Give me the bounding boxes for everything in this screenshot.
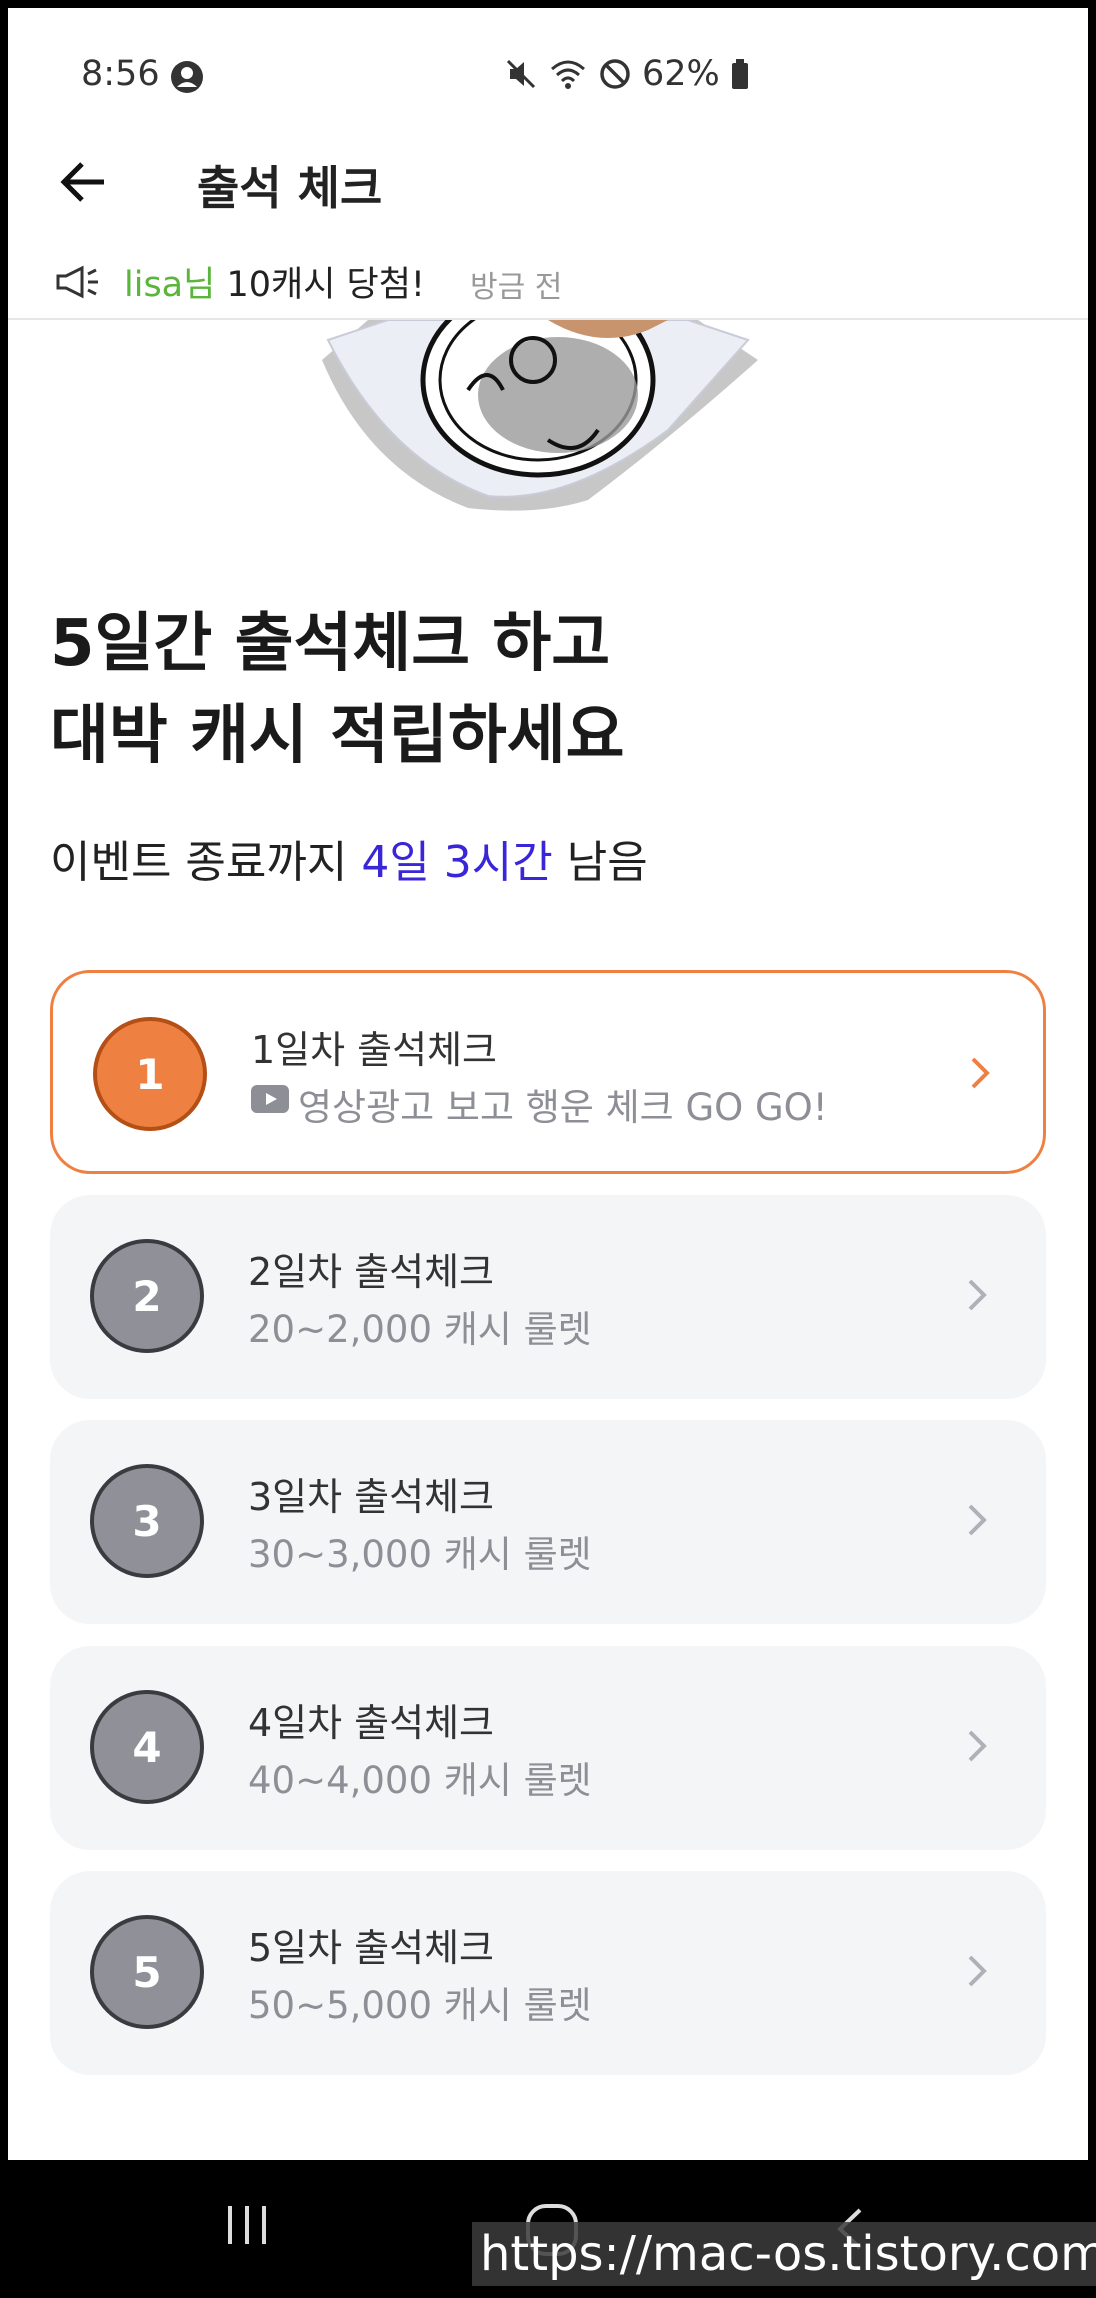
chevron-right-icon: [968, 1504, 987, 1536]
ticker-user: lisa님: [124, 265, 216, 305]
day-title: 5일차 출석체크: [248, 1926, 495, 1970]
wifi-icon: [551, 60, 585, 89]
headline-line-1: 5일간 출석체크 하고: [50, 607, 611, 681]
day-number-badge: 2: [90, 1239, 204, 1353]
day-4-card[interactable]: 4 4일차 출석체크 40~4,000 캐시 룰렛: [50, 1646, 1046, 1850]
day-3-card[interactable]: 3 3일차 출석체크 30~3,000 캐시 룰렛: [50, 1420, 1046, 1624]
day-subtitle: 20~2,000 캐시 룰렛: [248, 1308, 592, 1351]
chevron-right-icon: [968, 1730, 987, 1762]
day-1-card[interactable]: 1 1일차 출석체크 영상광고 보고 행운 체크 GO GO!: [50, 970, 1046, 1174]
stamp-illustration: [322, 320, 758, 511]
day-number-badge: 5: [90, 1915, 204, 2029]
day-number-badge: 4: [90, 1690, 204, 1804]
mute-icon: [506, 59, 536, 89]
app-header: 출석 체크: [8, 132, 1088, 232]
day-subtitle: 40~4,000 캐시 룰렛: [248, 1759, 592, 1802]
day-number-badge: 1: [93, 1017, 207, 1131]
headline-line-2: 대박 캐시 적립하세요: [50, 699, 625, 773]
ticker-prize: 10캐시 당첨!: [215, 265, 425, 305]
day-2-card[interactable]: 2 2일차 출석체크 20~2,000 캐시 룰렛: [50, 1195, 1046, 1399]
day-title: 3일차 출석체크: [248, 1475, 495, 1519]
app-screen: 8:56 62% 출석 체크 lisa님 10캐시 당첨! 방금 전 5일간 출…: [8, 8, 1088, 2160]
status-bar: 8:56 62%: [8, 8, 1088, 132]
day-title: 2일차 출석체크: [248, 1250, 495, 1294]
page-title: 출석 체크: [197, 161, 383, 215]
winner-ticker: lisa님 10캐시 당첨! 방금 전: [8, 244, 1088, 320]
chevron-right-icon: [971, 1057, 990, 1089]
countdown-remaining: 4일 3시간: [361, 837, 553, 888]
chevron-right-icon: [968, 1279, 987, 1311]
chevron-right-icon: [968, 1955, 987, 1987]
countdown-suffix: 남음: [552, 837, 648, 888]
megaphone-icon: [56, 265, 98, 299]
account-icon: [171, 61, 203, 93]
event-countdown: 이벤트 종료까지 4일 3시간 남음: [50, 826, 648, 890]
status-time: 8:56: [81, 54, 160, 94]
back-arrow-icon[interactable]: [56, 154, 112, 210]
video-play-icon: [251, 1085, 289, 1113]
ticker-time: 방금 전: [470, 270, 563, 305]
battery-percent: 62%: [642, 54, 720, 94]
day-subtitle: 30~3,000 캐시 룰렛: [248, 1533, 592, 1576]
ticker-message: lisa님 10캐시 당첨!: [124, 256, 425, 307]
status-indicators: 62%: [504, 54, 750, 94]
day-title: 4일차 출석체크: [248, 1701, 495, 1745]
day-number-badge: 3: [90, 1464, 204, 1578]
day-5-card[interactable]: 5 5일차 출석체크 50~5,000 캐시 룰렛: [50, 1871, 1046, 2075]
recent-apps-icon[interactable]: [224, 2202, 270, 2248]
watermark: https://mac-os.tistory.com: [472, 2222, 1096, 2286]
do-not-disturb-icon: [600, 59, 630, 89]
headline: 5일간 출석체크 하고 대박 캐시 적립하세요: [50, 598, 624, 782]
day-title: 1일차 출석체크: [251, 1028, 498, 1072]
battery-icon: [731, 59, 748, 89]
countdown-prefix: 이벤트 종료까지: [50, 837, 362, 888]
day-subtitle: 50~5,000 캐시 룰렛: [248, 1984, 592, 2027]
day-subtitle: 영상광고 보고 행운 체크 GO GO!: [298, 1086, 828, 1129]
